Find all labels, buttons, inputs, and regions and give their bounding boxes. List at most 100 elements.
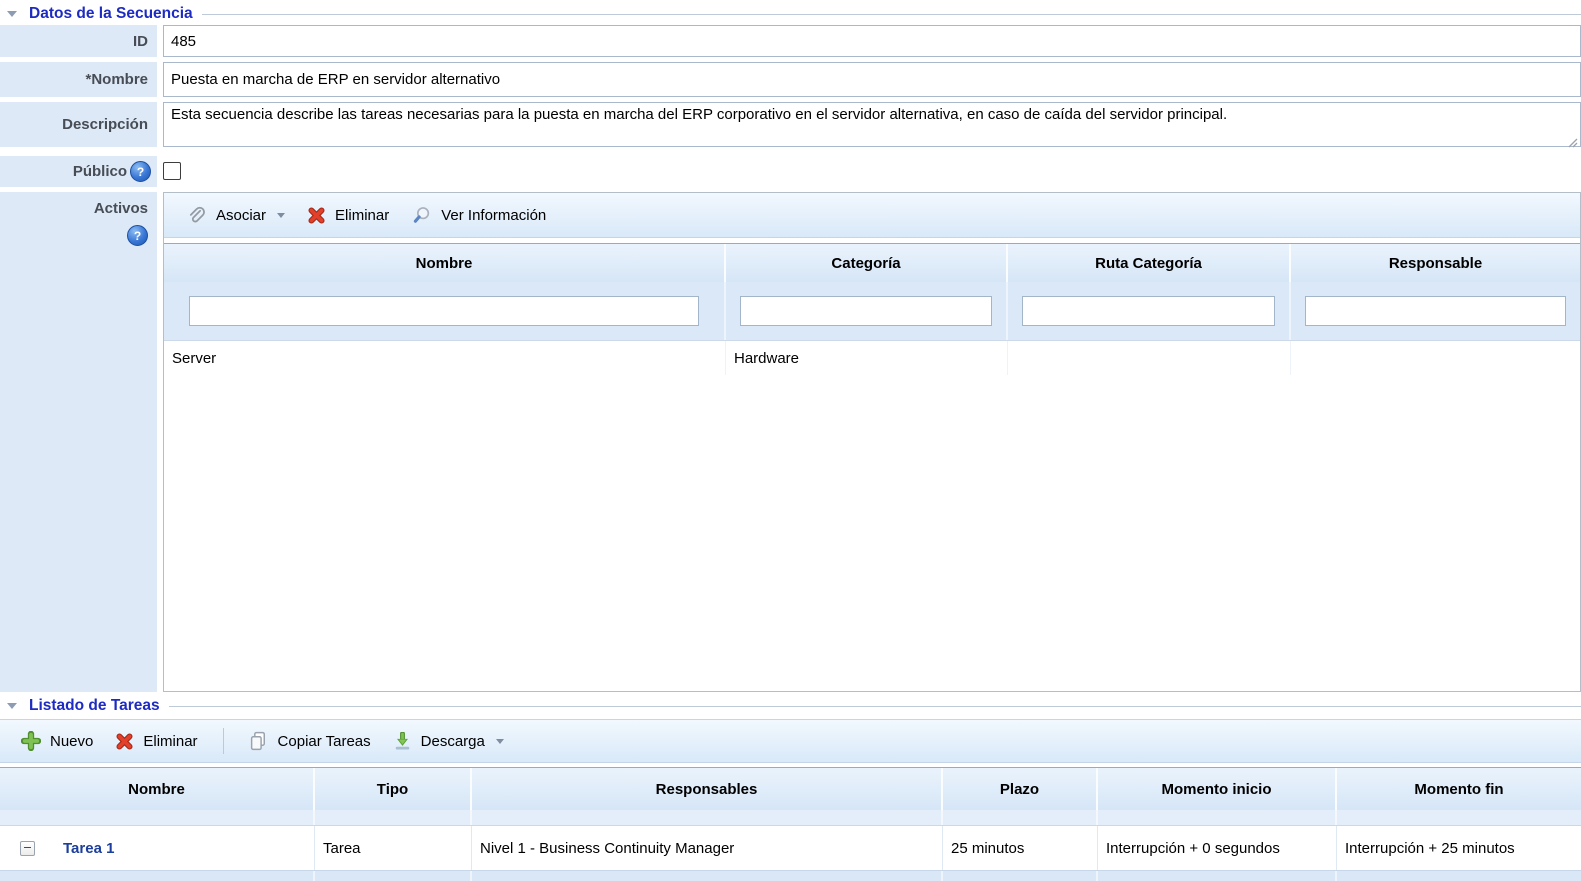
legend-divider xyxy=(169,706,1581,707)
download-icon xyxy=(393,732,412,751)
asociar-label: Asociar xyxy=(216,207,266,224)
nombre-input[interactable] xyxy=(163,62,1581,97)
asociar-dropdown-arrow-icon[interactable] xyxy=(277,213,285,218)
cell-plazo: 25 minutos xyxy=(943,826,1098,870)
delete-x-icon xyxy=(115,732,134,751)
filter-cell-ruta-categoria xyxy=(1008,282,1291,340)
bottom-strip-cell xyxy=(0,871,315,881)
col-header-responsables[interactable]: Responsables xyxy=(472,768,943,810)
copiar-tareas-button[interactable]: Copiar Tareas xyxy=(240,727,380,755)
bottom-strip-cell xyxy=(315,871,472,881)
cell-momento-fin: Interrupción + 25 minutos xyxy=(1337,826,1581,870)
activos-table-empty-area xyxy=(164,375,1580,691)
tarea-link[interactable]: Tarea 1 xyxy=(63,840,114,857)
cell-ruta-categoria xyxy=(1008,341,1291,375)
nuevo-button[interactable]: Nuevo xyxy=(12,727,102,755)
bottom-strip-cell xyxy=(1098,871,1337,881)
bottom-strip-cell xyxy=(472,871,943,881)
filter-input-nombre[interactable] xyxy=(189,296,699,326)
section-title-datos: Datos de la Secuencia xyxy=(29,5,193,23)
header-strip-cell xyxy=(943,810,1098,825)
publico-label-cell: Público ? xyxy=(0,156,157,187)
collapse-arrow-icon[interactable] xyxy=(7,11,17,17)
col-header-momento-inicio[interactable]: Momento inicio xyxy=(1098,768,1337,810)
col-header-ruta-categoria[interactable]: Ruta Categoría xyxy=(1008,244,1291,282)
form-row-id: ID xyxy=(0,25,1581,57)
col-header-categoria[interactable]: Categoría xyxy=(726,244,1008,282)
copiar-tareas-label: Copiar Tareas xyxy=(278,733,371,750)
ver-informacion-button[interactable]: Ver Información xyxy=(402,201,555,230)
id-label: ID xyxy=(0,25,157,57)
tareas-eliminar-button[interactable]: Eliminar xyxy=(106,728,206,755)
publico-checkbox[interactable] xyxy=(163,162,181,180)
tareas-table-header: Nombre Tipo Responsables Plazo Momento i… xyxy=(0,767,1581,810)
cell-tipo: Tarea xyxy=(315,826,472,870)
tareas-header-strip xyxy=(0,810,1581,825)
toolbar-separator xyxy=(223,728,224,754)
header-strip-cell xyxy=(315,810,472,825)
datos-secuencia-legend: Datos de la Secuencia xyxy=(0,3,1581,25)
tarea-table-row[interactable]: Tarea 1 Tarea Nivel 1 - Business Continu… xyxy=(0,825,1581,871)
nombre-value-area xyxy=(163,62,1581,97)
id-input[interactable] xyxy=(163,25,1581,57)
descarga-label: Descarga xyxy=(421,733,485,750)
descarga-button[interactable]: Descarga xyxy=(384,728,513,755)
nombre-label: *Nombre xyxy=(0,62,157,97)
plus-icon xyxy=(21,731,41,751)
activos-help-icon[interactable]: ? xyxy=(127,225,148,246)
activos-eliminar-button[interactable]: Eliminar xyxy=(298,202,398,229)
header-strip-cell xyxy=(1098,810,1337,825)
form-row-publico: Público ? xyxy=(0,156,1581,187)
filter-input-categoria[interactable] xyxy=(740,296,992,326)
id-value-area xyxy=(163,25,1581,57)
activos-table-row[interactable]: Server Hardware xyxy=(164,341,1580,375)
activos-filter-row xyxy=(164,282,1580,341)
page: Datos de la Secuencia ID *Nombre Descrip… xyxy=(0,3,1581,879)
tareas-eliminar-label: Eliminar xyxy=(143,733,197,750)
col-header-plazo[interactable]: Plazo xyxy=(943,768,1098,810)
cell-tarea-nombre: Tarea 1 xyxy=(0,826,315,870)
nuevo-label: Nuevo xyxy=(50,733,93,750)
publico-label: Público xyxy=(73,163,127,180)
filter-cell-nombre xyxy=(164,282,726,340)
header-strip-cell xyxy=(472,810,943,825)
descarga-dropdown-arrow-icon[interactable] xyxy=(496,739,504,744)
cell-responsables: Nivel 1 - Business Continuity Manager xyxy=(472,826,943,870)
section-title-tareas: Listado de Tareas xyxy=(29,697,160,715)
activos-label-cell: Activos ? xyxy=(0,192,157,692)
next-row-strip xyxy=(0,871,1581,881)
paperclip-icon xyxy=(186,205,207,226)
delete-x-icon xyxy=(307,206,326,225)
collapse-minus-icon[interactable] xyxy=(20,841,35,856)
descripcion-textarea[interactable]: Esta secuencia describe las tareas neces… xyxy=(163,102,1581,147)
listado-tareas-legend: Listado de Tareas xyxy=(0,695,1581,717)
filter-input-ruta-categoria[interactable] xyxy=(1022,296,1275,326)
magnifier-icon xyxy=(411,205,432,226)
bottom-strip-cell xyxy=(943,871,1098,881)
activos-eliminar-label: Eliminar xyxy=(335,207,389,224)
tareas-toolbar: Nuevo Eliminar Copiar Tareas Descarga xyxy=(0,719,1581,763)
form-row-nombre: *Nombre xyxy=(0,62,1581,97)
publico-help-icon[interactable]: ? xyxy=(130,161,151,182)
asociar-button[interactable]: Asociar xyxy=(177,201,294,230)
filter-cell-responsable xyxy=(1291,282,1580,340)
ver-informacion-label: Ver Información xyxy=(441,207,546,224)
col-header-responsable[interactable]: Responsable xyxy=(1291,244,1580,282)
activos-box: Asociar Eliminar Ver Información xyxy=(163,192,1581,692)
collapse-arrow-icon[interactable] xyxy=(7,703,17,709)
copy-icon xyxy=(249,731,269,751)
activos-label: Activos xyxy=(94,200,148,217)
cell-nombre: Server xyxy=(164,341,726,375)
col-header-nombre[interactable]: Nombre xyxy=(0,768,315,810)
col-header-tipo[interactable]: Tipo xyxy=(315,768,472,810)
form-row-descripcion: Descripción Esta secuencia describe las … xyxy=(0,102,1581,151)
activos-table-header: Nombre Categoría Ruta Categoría Responsa… xyxy=(164,243,1580,282)
descripcion-value-area: Esta secuencia describe las tareas neces… xyxy=(163,102,1581,151)
filter-input-responsable[interactable] xyxy=(1305,296,1566,326)
cell-responsable xyxy=(1291,341,1580,375)
cell-momento-inicio: Interrupción + 0 segundos xyxy=(1098,826,1337,870)
col-header-nombre[interactable]: Nombre xyxy=(164,244,726,282)
activos-toolbar: Asociar Eliminar Ver Información xyxy=(164,193,1580,238)
cell-categoria: Hardware xyxy=(726,341,1008,375)
col-header-momento-fin[interactable]: Momento fin xyxy=(1337,768,1581,810)
